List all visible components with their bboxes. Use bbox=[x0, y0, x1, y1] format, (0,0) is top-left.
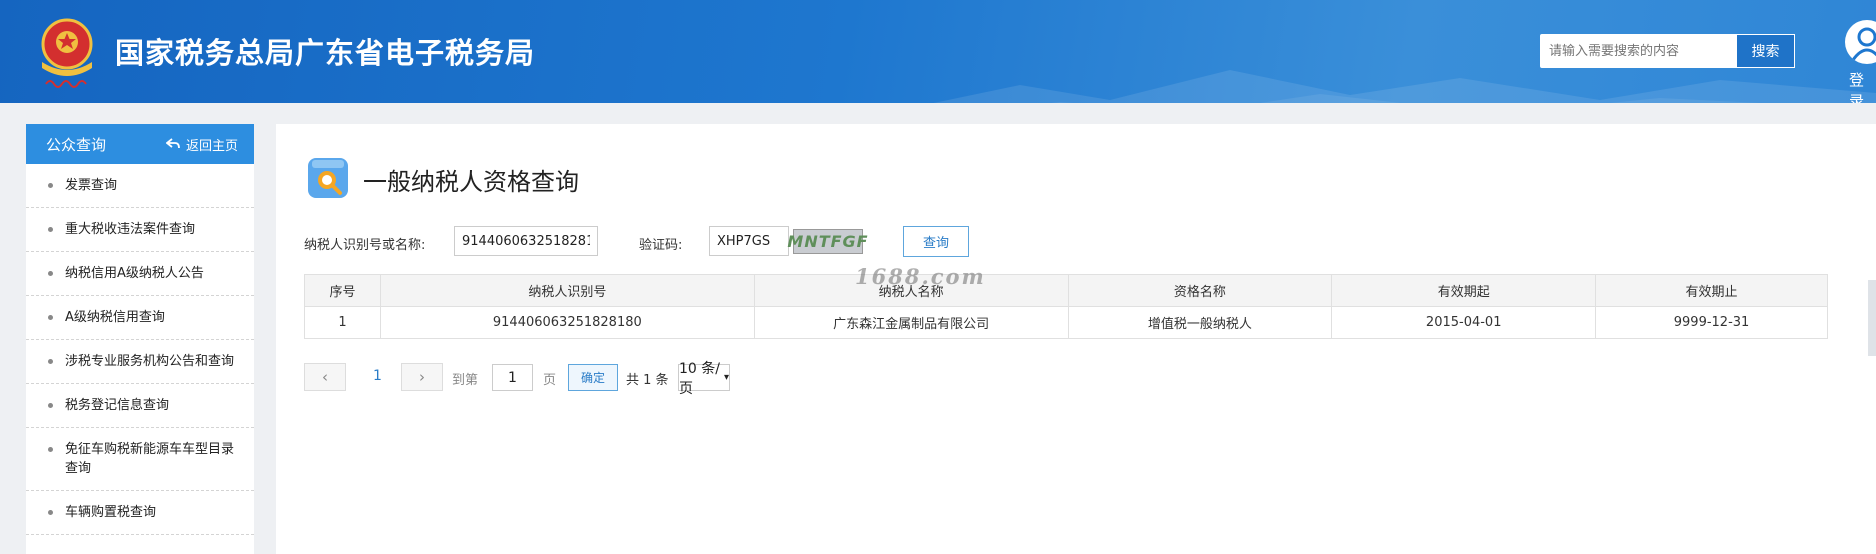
table-cell: 2015-04-01 bbox=[1331, 306, 1597, 339]
page-title: 一般纳税人资格查询 bbox=[363, 168, 579, 196]
goto-confirm-button[interactable]: 确定 bbox=[568, 364, 618, 391]
bullet-icon bbox=[48, 447, 53, 452]
chevron-left-icon: ‹ bbox=[322, 368, 328, 386]
prev-page-button[interactable]: ‹ bbox=[304, 363, 346, 391]
sidebar-item-ev-catalog[interactable]: 免征车购税新能源车车型目录查询 bbox=[26, 428, 254, 491]
column-header: 纳税人识别号 bbox=[379, 274, 755, 307]
sidebar-item-registration-info[interactable]: 税务登记信息查询 bbox=[26, 384, 254, 428]
bullet-icon bbox=[48, 315, 53, 320]
sidebar-header: 公众查询 返回主页 bbox=[26, 124, 254, 164]
sidebar-title: 公众查询 bbox=[46, 135, 107, 154]
watermark: 1688.com bbox=[855, 264, 986, 289]
column-header: 资格名称 bbox=[1067, 274, 1333, 307]
sidebar-item-a-level-query[interactable]: A级纳税信用查询 bbox=[26, 296, 254, 340]
sidebar-item-a-level-notice[interactable]: 纳税信用A级纳税人公告 bbox=[26, 252, 254, 296]
sidebar-item-label: 重大税收违法案件查询 bbox=[65, 222, 196, 237]
table-cell: 9999-12-31 bbox=[1595, 306, 1828, 339]
table-row: 1 914406063251828180 广东森江金属制品有限公司 增值税一般纳… bbox=[304, 306, 1828, 339]
sidebar-item-label: 涉税专业服务机构公告和查询 bbox=[65, 354, 235, 369]
main-panel: 一般纳税人资格查询 纳税人识别号或名称: 验证码: MNTFGF 查询 序号 纳… bbox=[276, 124, 1876, 554]
sidebar-item-label: 税务登记信息查询 bbox=[65, 398, 170, 413]
bullet-icon bbox=[48, 510, 53, 515]
bullet-icon bbox=[48, 183, 53, 188]
sidebar-item-vehicle-tax[interactable]: 车辆购置税查询 bbox=[26, 491, 254, 535]
sidebar-item-label: A级纳税信用查询 bbox=[65, 310, 165, 325]
bullet-icon bbox=[48, 403, 53, 408]
sidebar-item-label: 纳税信用A级纳税人公告 bbox=[65, 266, 204, 281]
sidebar-item-label: 免征车购税新能源车车型目录查询 bbox=[65, 442, 235, 476]
table-cell: 增值税一般纳税人 bbox=[1067, 306, 1333, 339]
table-cell: 广东森江金属制品有限公司 bbox=[753, 306, 1069, 339]
table-header-row: 序号 纳税人识别号 纳税人名称 资格名称 有效期起 有效期止 bbox=[304, 274, 1828, 307]
goto-page-input[interactable] bbox=[492, 364, 533, 391]
login-link[interactable]: 登录 bbox=[1849, 69, 1876, 103]
results-table: 序号 纳税人识别号 纳税人名称 资格名称 有效期起 有效期止 1 9144060… bbox=[304, 274, 1828, 339]
next-page-button[interactable]: › bbox=[401, 363, 443, 391]
total-count: 共 1 条 bbox=[626, 373, 669, 388]
sidebar-item-label: 发票查询 bbox=[65, 178, 118, 193]
page-unit-label: 页 bbox=[543, 373, 557, 388]
column-header: 有效期起 bbox=[1331, 274, 1597, 307]
captcha-label: 验证码: bbox=[639, 238, 683, 253]
search-input[interactable] bbox=[1540, 34, 1736, 68]
back-arrow-icon bbox=[165, 138, 180, 149]
search-button[interactable]: 搜索 bbox=[1736, 34, 1795, 68]
sidebar-item-invoice-query[interactable]: 发票查询 bbox=[26, 164, 254, 208]
page-size-select[interactable]: 10 条/页 ▾ bbox=[678, 361, 730, 397]
site-title: 国家税务总局广东省电子税务局 bbox=[115, 36, 536, 70]
search-document-icon bbox=[308, 158, 348, 198]
page-number[interactable]: 1 bbox=[373, 368, 382, 384]
site-header: 国家税务总局广东省电子税务局 搜索 登录 bbox=[0, 0, 1876, 103]
back-home-label: 返回主页 bbox=[185, 138, 238, 154]
table-scrollbar[interactable] bbox=[1868, 280, 1876, 356]
bullet-icon bbox=[48, 227, 53, 232]
query-button[interactable]: 查询 bbox=[903, 226, 969, 257]
page-size-value: 10 条/页 bbox=[679, 360, 720, 397]
sidebar-item-major-violation[interactable]: 重大税收违法案件查询 bbox=[26, 208, 254, 252]
table-cell: 914406063251828180 bbox=[379, 306, 755, 339]
goto-label: 到第 bbox=[452, 373, 479, 388]
column-header: 序号 bbox=[304, 274, 381, 307]
column-header: 有效期止 bbox=[1595, 274, 1828, 307]
taxpayer-label: 纳税人识别号或名称: bbox=[304, 238, 426, 253]
captcha-image[interactable]: MNTFGF bbox=[787, 229, 868, 254]
chevron-down-icon: ▾ bbox=[723, 372, 729, 383]
chevron-right-icon: › bbox=[419, 368, 425, 386]
captcha-input[interactable] bbox=[709, 226, 789, 256]
back-home-link[interactable]: 返回主页 bbox=[165, 135, 238, 154]
table-cell: 1 bbox=[304, 306, 381, 339]
sidebar: 公众查询 返回主页 发票查询 重大税收违法案件查询 纳税信用A级纳税人公告 A级… bbox=[26, 124, 254, 554]
taxpayer-id-input[interactable] bbox=[454, 226, 598, 256]
sidebar-item-service-agency[interactable]: 涉税专业服务机构公告和查询 bbox=[26, 340, 254, 384]
bullet-icon bbox=[48, 359, 53, 364]
tax-emblem-icon bbox=[41, 18, 93, 88]
bullet-icon bbox=[48, 271, 53, 276]
sidebar-item-label: 车辆购置税查询 bbox=[65, 505, 157, 520]
